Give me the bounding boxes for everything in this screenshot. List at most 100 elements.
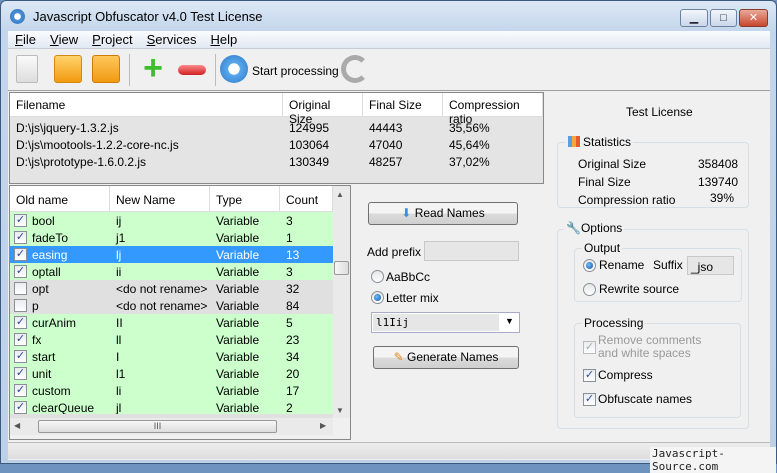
letter-mix-combo[interactable]: l1Iij ▼ bbox=[371, 312, 520, 333]
old-name: custom bbox=[32, 384, 71, 398]
col-original-size[interactable]: Original Size bbox=[283, 93, 363, 126]
row-checkbox[interactable]: ✓ bbox=[14, 401, 27, 414]
horizontal-scrollbar[interactable]: ◀ III ▶ bbox=[10, 418, 333, 435]
new-name: II bbox=[116, 316, 123, 330]
name-row[interactable]: opt <do not rename> Variable 32 bbox=[10, 280, 333, 297]
obfuscate-names-label[interactable]: Obfuscate names bbox=[598, 392, 692, 406]
scroll-right-icon[interactable]: ▶ bbox=[320, 421, 326, 430]
rename-label[interactable]: Rename bbox=[599, 258, 644, 272]
combo-value: l1Iij bbox=[373, 314, 499, 331]
type: Variable bbox=[216, 299, 260, 313]
prefix-input[interactable] bbox=[424, 241, 519, 261]
menu-item[interactable]: Project bbox=[85, 31, 139, 47]
file-row[interactable]: D:\js\prototype-1.6.0.2.js 130349 48257 37,… bbox=[10, 153, 543, 170]
row-checkbox[interactable] bbox=[14, 282, 27, 295]
start-processing-button[interactable]: Start processing bbox=[252, 64, 339, 78]
col-final-size[interactable]: Final Size bbox=[363, 93, 443, 117]
name-row[interactable]: ✓ unit l1 Variable 20 bbox=[10, 365, 333, 382]
rewrite-source-label[interactable]: Rewrite source bbox=[599, 282, 679, 296]
col-old-name[interactable]: Old name bbox=[10, 186, 110, 212]
start-processing-gear-icon[interactable] bbox=[220, 55, 248, 83]
minimize-button[interactable]: ▁ bbox=[680, 9, 708, 27]
close-button[interactable]: ✕ bbox=[739, 9, 768, 27]
file-cell: 124995 bbox=[289, 121, 330, 135]
add-prefix-label: Add prefix bbox=[367, 245, 422, 259]
vertical-scroll-thumb[interactable] bbox=[334, 261, 349, 275]
rename-radio[interactable] bbox=[583, 259, 596, 272]
new-file-icon[interactable] bbox=[16, 55, 38, 83]
row-checkbox[interactable]: ✓ bbox=[14, 265, 27, 278]
name-row[interactable]: ✓ start I Variable 34 bbox=[10, 348, 333, 365]
app-gear-icon bbox=[10, 9, 25, 24]
name-row[interactable]: ✓ optall ii Variable 3 bbox=[10, 263, 333, 280]
row-checkbox[interactable]: ✓ bbox=[14, 214, 27, 227]
generate-names-button[interactable]: ✎ Generate Names bbox=[373, 346, 519, 369]
name-row[interactable]: ✓ custom li Variable 17 bbox=[10, 382, 333, 399]
remove-file-icon[interactable] bbox=[178, 65, 206, 75]
name-row[interactable]: ✓ bool ij Variable 3 bbox=[10, 212, 333, 229]
name-row[interactable]: ✓ fadeTo j1 Variable 1 bbox=[10, 229, 333, 246]
file-row[interactable]: D:\js\mootools-1.2.2-core-nc.js 103064 470… bbox=[10, 136, 543, 153]
name-row[interactable]: p <do not rename> Variable 84 bbox=[10, 297, 333, 314]
file-row[interactable]: D:\js\jquery-1.3.2.js 124995 44443 35,56% bbox=[10, 119, 543, 136]
menu-item[interactable]: File bbox=[8, 31, 43, 47]
chevron-down-icon[interactable]: ▼ bbox=[505, 316, 514, 326]
file-cell: D:\js\mootools-1.2.2-core-nc.js bbox=[16, 138, 179, 152]
name-row[interactable]: ✓ curAnim II Variable 5 bbox=[10, 314, 333, 331]
row-checkbox[interactable]: ✓ bbox=[14, 350, 27, 363]
scroll-down-icon[interactable]: ▼ bbox=[336, 406, 344, 415]
old-name: curAnim bbox=[32, 316, 77, 330]
output-title: Output bbox=[582, 241, 623, 255]
scroll-left-icon[interactable]: ◀ bbox=[14, 421, 20, 430]
row-checkbox[interactable]: ✓ bbox=[14, 248, 27, 261]
row-checkbox[interactable]: ✓ bbox=[14, 333, 27, 346]
menu-label: ile bbox=[22, 32, 36, 47]
aabbcc-label[interactable]: AaBbCc bbox=[386, 270, 430, 284]
maximize-button[interactable]: □ bbox=[710, 9, 737, 27]
read-names-button[interactable]: ⬇ Read Names bbox=[368, 202, 518, 225]
menu-accel: S bbox=[146, 32, 156, 47]
open-folder-icon[interactable] bbox=[54, 55, 82, 83]
new-name: <do not rename> bbox=[116, 299, 208, 313]
col-type[interactable]: Type bbox=[210, 186, 280, 212]
menu-label: ervices bbox=[155, 32, 197, 47]
obfuscate-names-checkbox[interactable]: ✓ bbox=[583, 393, 596, 406]
old-name: fx bbox=[32, 333, 42, 347]
suffix-label: Suffix bbox=[653, 258, 683, 272]
suffix-input[interactable]: _jso bbox=[687, 256, 734, 275]
old-name: easing bbox=[32, 248, 68, 262]
count: 1 bbox=[286, 231, 293, 245]
row-checkbox[interactable] bbox=[14, 299, 27, 312]
row-checkbox[interactable]: ✓ bbox=[14, 231, 27, 244]
menu-item[interactable]: Services bbox=[140, 31, 204, 47]
row-checkbox[interactable]: ✓ bbox=[14, 384, 27, 397]
menu-bar: File View Project Services Help bbox=[8, 31, 770, 49]
compress-label[interactable]: Compress bbox=[598, 368, 653, 382]
letter-mix-label[interactable]: Letter mix bbox=[386, 291, 439, 305]
col-filename[interactable]: Filename bbox=[10, 93, 283, 117]
col-count[interactable]: Count bbox=[280, 186, 333, 212]
file-cell: 47040 bbox=[369, 138, 403, 152]
count: 13 bbox=[286, 248, 300, 262]
menu-item[interactable]: Help bbox=[203, 31, 244, 47]
row-checkbox[interactable]: ✓ bbox=[14, 316, 27, 329]
row-checkbox[interactable]: ✓ bbox=[14, 367, 27, 380]
rewrite-source-radio[interactable] bbox=[583, 283, 596, 296]
processing-group: Processing ✓ Remove comments and white s… bbox=[574, 316, 741, 418]
col-new-name[interactable]: New Name bbox=[110, 186, 210, 212]
vertical-scrollbar[interactable]: ▲ ▼ bbox=[333, 186, 350, 418]
menu-item[interactable]: View bbox=[43, 31, 85, 47]
compress-checkbox[interactable]: ✓ bbox=[583, 369, 596, 382]
type: Variable bbox=[216, 384, 260, 398]
scroll-up-icon[interactable]: ▲ bbox=[336, 190, 344, 199]
file-cell: D:\js\jquery-1.3.2.js bbox=[16, 121, 119, 135]
aabbcc-radio[interactable] bbox=[371, 270, 384, 283]
refresh-icon[interactable] bbox=[341, 55, 369, 83]
add-file-icon[interactable]: + bbox=[139, 51, 167, 85]
horizontal-scroll-thumb[interactable]: III bbox=[38, 420, 277, 433]
col-compression-ratio[interactable]: Compression ratio bbox=[443, 93, 543, 126]
letter-mix-radio[interactable] bbox=[371, 291, 384, 304]
save-icon[interactable] bbox=[92, 55, 120, 83]
name-row[interactable]: ✓ fx ll Variable 23 bbox=[10, 331, 333, 348]
name-row[interactable]: ✓ easing lj Variable 13 bbox=[10, 246, 333, 263]
